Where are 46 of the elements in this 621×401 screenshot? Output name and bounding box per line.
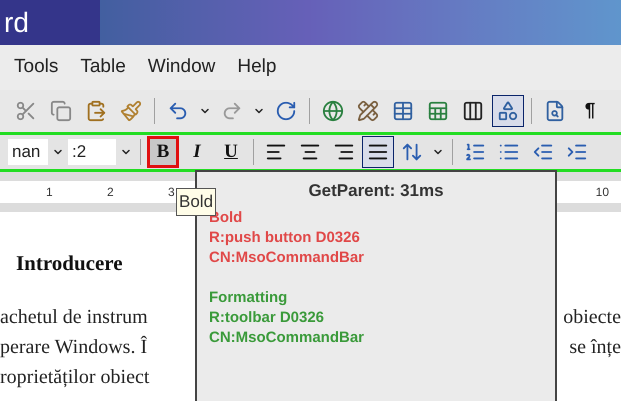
paintbrush-icon [120,100,142,122]
bold-button[interactable]: B [147,136,179,168]
scissors-icon [15,100,37,122]
heading: Introducere [16,250,123,277]
numbered-list-icon [464,141,486,163]
pilcrow-button[interactable]: ¶ [574,95,606,127]
shapes-icon [497,100,519,122]
tooltip: Bold [176,188,216,216]
font-field[interactable]: nan [8,139,48,165]
ruler-number: 1 [46,184,53,201]
globe-icon [322,100,344,122]
line-spacing-icon [401,141,423,163]
ruler-number: 10 [596,184,609,201]
spreadsheet-icon [427,100,449,122]
italic-button[interactable]: I [181,136,213,168]
menu-item[interactable]: Table [80,53,126,82]
paragraph-text: roprietăților obiect [0,364,150,390]
inspector-line: R:push button D0326 [209,228,360,248]
columns-icon [462,100,484,122]
shapes-button[interactable] [492,95,524,127]
window-title: rd [4,8,29,36]
underline-button[interactable]: U [215,136,247,168]
undo-icon [167,100,189,122]
pencil-icon [357,100,379,122]
paragraph-text: se înțe [569,334,621,360]
inspector-line: R:toolbar D0326 [209,308,324,328]
size-field[interactable]: :2 [68,139,116,165]
clipboard-icon [85,100,107,122]
inspector-header: GetParent: 31ms [307,180,445,202]
inspector-line: CN:MsoCommandBar [209,248,364,268]
menu-item[interactable]: Help [237,53,276,82]
ruler-number: 2 [107,184,114,201]
paragraph-text: achetul de instrum [0,304,148,330]
paragraph-text: obiecte [563,304,621,330]
refresh-icon [275,100,297,122]
table-icon [392,100,414,122]
inspector-line: CN:MsoCommandBar [209,328,364,348]
inspector-line: Formatting [209,288,288,308]
copy-icon [50,100,72,122]
magnifier-icon [544,100,566,122]
paragraph-text: perare Windows. Î [0,334,148,360]
menu-item[interactable]: Tools [14,53,58,82]
menu-item[interactable]: Window [148,53,216,82]
ruler-number: 3 [168,184,175,201]
justify-button[interactable] [362,136,394,168]
redo-icon [221,100,243,122]
